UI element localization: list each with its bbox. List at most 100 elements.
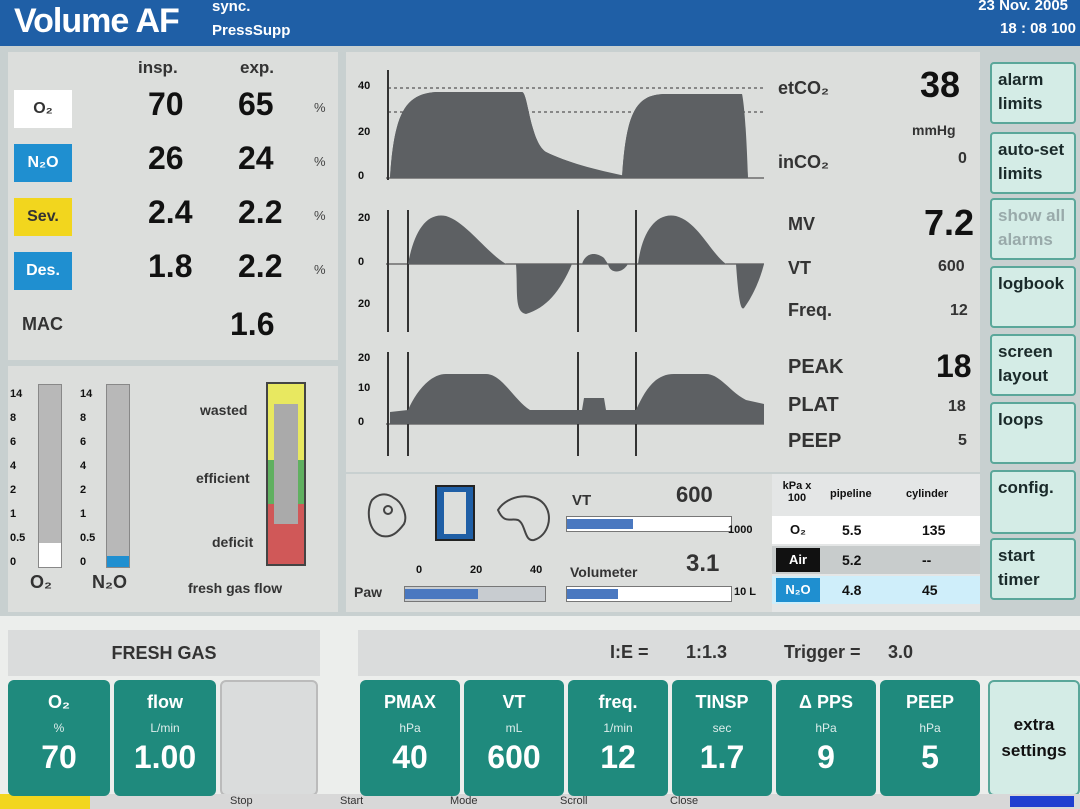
control-unit: sec (712, 721, 732, 735)
co2-axis-tick: 0 (358, 170, 365, 182)
paw-scale-tick: 40 (530, 564, 543, 576)
table-row: Air 5.2 -- (772, 546, 980, 574)
vt-bar-value: 600 (676, 482, 713, 507)
economy-deficit-label: deficit (212, 534, 254, 550)
economy-efficient-label: efficient (196, 470, 250, 486)
o2-scale-tick: 2 (10, 484, 17, 496)
mv-value: 7.2 (924, 202, 975, 243)
control-unit: % (53, 721, 65, 735)
control-label: flow (147, 692, 183, 712)
o2-scale-tick: 8 (10, 412, 17, 424)
n2o-scale-tick: 2 (80, 484, 87, 496)
patient-head-icon (367, 493, 407, 538)
insp-value: 1.8 (148, 248, 193, 284)
side-button-config[interactable]: config. (990, 470, 1076, 534)
n2o-scale-tick: 4 (80, 460, 87, 472)
economy-indicator (274, 404, 298, 524)
control-unit: mL (505, 721, 523, 735)
table-header-unit: kPa x 100 (782, 480, 812, 504)
fresh-gas-control-o2[interactable]: O₂% 70 (8, 680, 110, 796)
unit-label: % (314, 262, 326, 277)
vent-control-freq[interactable]: freq. 1/min 12 (568, 680, 668, 796)
etco2-value: 38 (920, 64, 961, 105)
date-label: 23 Nov. 2005 (978, 0, 1068, 14)
side-button-logbook[interactable]: logbook (990, 266, 1076, 328)
vt-value: 600 (938, 258, 965, 275)
control-value: 1.7 (699, 739, 745, 775)
volumeter-unit: 10 L (734, 586, 757, 598)
table-gas-cell: N₂O (776, 578, 820, 602)
unit-label: % (314, 154, 326, 169)
vent-control-delta-pps[interactable]: Δ PPS hPa 9 (776, 680, 876, 796)
gas-concentration-panel: insp. exp. MAC 1.6 O₂ 70 65% N₂O 26 24% Sev. 2.… (8, 52, 338, 360)
side-button-alarm-limits[interactable]: alarm limits (990, 62, 1076, 124)
side-button-screen-layout[interactable]: screen layout (990, 334, 1076, 396)
mv-label: MV (788, 214, 815, 234)
mac-label: MAC (22, 314, 63, 334)
vent-control-pmax[interactable]: PMAX hPa 40 (360, 680, 460, 796)
agent-label: N₂O (14, 144, 72, 182)
agent-label: O₂ (14, 90, 72, 128)
inco2-label: inCO₂ (778, 152, 829, 172)
side-button-start-timer[interactable]: start timer (990, 538, 1076, 600)
agent-label: Sev. (14, 198, 72, 236)
control-label: Δ PPS (799, 692, 853, 712)
exp-value: 65 (238, 86, 274, 122)
side-button-loops[interactable]: loops (990, 402, 1076, 464)
n2o-scale-tick: 1 (80, 508, 87, 520)
status-item[interactable]: Start (340, 795, 363, 807)
paw-bar (404, 586, 546, 602)
exp-value: 2.2 (238, 248, 283, 284)
o2-scale-tick: 1 (10, 508, 17, 520)
o2-scale-tick: 6 (10, 436, 17, 448)
title-bar: Volume AF sync. PressSupp 23 Nov. 2005 1… (0, 0, 1080, 46)
status-item[interactable]: Stop (230, 795, 253, 807)
side-button-auto-set-limits[interactable]: auto-set limits (990, 132, 1076, 194)
control-unit: 1/min (603, 721, 633, 735)
n2o-scale-tick: 8 (80, 412, 87, 424)
fresh-gas-control-flow[interactable]: flow L/min 1.00 (114, 680, 216, 796)
control-value: 12 (600, 739, 636, 775)
control-value: 40 (392, 739, 428, 775)
lower-status-panel: Paw VT 600 1000 Volumeter 3.1 10 L kPa x… (346, 474, 980, 612)
mode-sync-label: sync. (212, 0, 251, 15)
o2-bar-label: O₂ (30, 572, 52, 592)
etco2-label: etCO₂ (778, 78, 830, 98)
control-unit: hPa (919, 721, 941, 735)
status-item[interactable]: Mode (450, 795, 478, 807)
table-row: N₂O 4.8 45 (772, 576, 980, 604)
flow-waveform (408, 215, 764, 314)
status-item[interactable]: Scroll (560, 795, 588, 807)
control-unit: hPa (815, 721, 837, 735)
n2o-bar-label: N₂O (92, 572, 127, 592)
agent-label: Des. (14, 252, 72, 290)
waveform-panel: etCO₂ 38 mmHg inCO₂ 0 MV 7.2 VT 600 Freq… (346, 52, 980, 472)
control-label: PEEP (905, 692, 955, 712)
ie-label: I:E = (610, 642, 649, 662)
insp-value: 2.4 (148, 194, 193, 230)
peep-value: 5 (958, 432, 967, 449)
co2-axis-tick: 40 (358, 80, 371, 92)
control-value: 9 (817, 739, 835, 775)
vent-control-tinsp[interactable]: TINSP sec 1.7 (672, 680, 772, 796)
mode-support-label: PressSupp (212, 22, 291, 39)
control-unit: hPa (399, 721, 421, 735)
paw-axis-tick: 10 (358, 382, 371, 394)
inco2-value: 0 (958, 150, 967, 167)
n2o-scale-tick: 6 (80, 436, 87, 448)
side-button-show-all-alarms[interactable]: show all alarms (990, 198, 1076, 260)
economy-gauge (266, 382, 306, 566)
o2-scale-tick: 14 (10, 388, 23, 400)
unit-label: % (314, 100, 326, 115)
n2o-scale-tick: 0 (80, 556, 87, 568)
vent-control-peep[interactable]: PEEP hPa 5 (880, 680, 980, 796)
paw-label: Paw (354, 584, 383, 600)
extra-settings-button[interactable]: extra settings (988, 680, 1080, 796)
status-item[interactable]: Close (670, 795, 698, 807)
o2-bar (38, 384, 62, 568)
fresh-gas-header: FRESH GAS (8, 630, 320, 676)
vent-control-vt[interactable]: VT mL 600 (464, 680, 564, 796)
volumeter-bar-fill (567, 589, 618, 599)
table-cylinder-cell: -- (922, 552, 932, 568)
control-label: TINSP (695, 692, 749, 712)
